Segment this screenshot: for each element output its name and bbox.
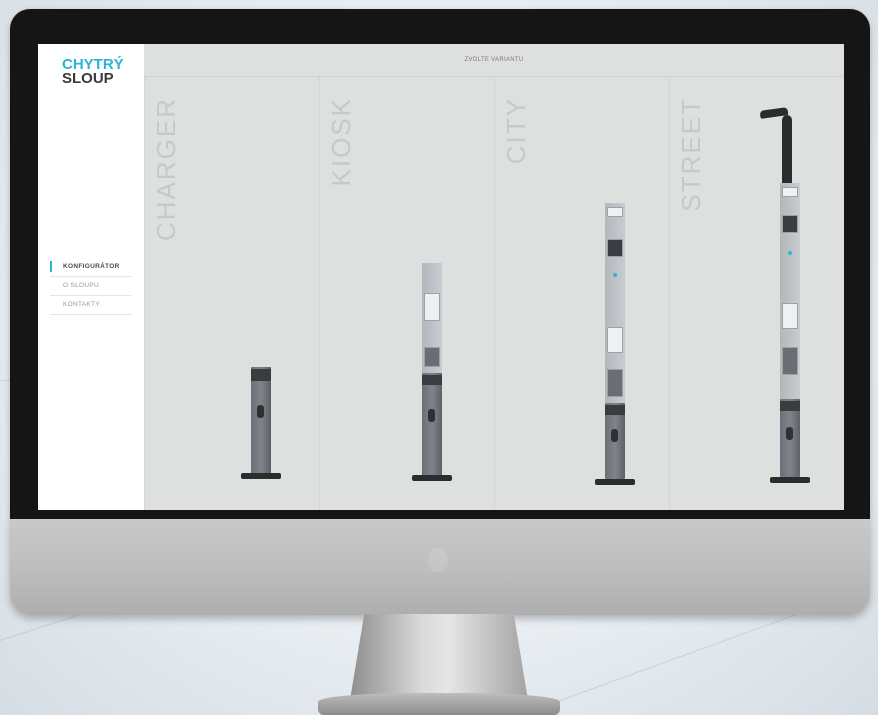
brand-logo[interactable]: CHYTRÝ SLOUP <box>62 57 124 87</box>
monitor-stand-foot <box>318 693 560 715</box>
variant-label: CHARGER <box>151 97 181 242</box>
page-title: ZVOLTE VARIANTU <box>144 44 844 77</box>
brand-line-2: SLOUP <box>62 70 114 87</box>
variant-card-street[interactable]: STREET <box>669 77 844 510</box>
main-nav: KONFIGURÁTOR O SLOUPU KONTAKTY <box>50 258 132 315</box>
city-pillar-image <box>595 203 635 499</box>
charger-pillar-image <box>241 367 281 487</box>
variant-label: STREET <box>676 97 706 212</box>
variant-label: CITY <box>501 97 531 165</box>
nav-item-kontakty[interactable]: KONTAKTY <box>50 296 132 315</box>
variant-card-charger[interactable]: CHARGER <box>144 77 320 510</box>
nav-item-o-sloupu[interactable]: O SLOUPU <box>50 277 132 296</box>
sidebar: CHYTRÝ SLOUP KONFIGURÁTOR O SLOUPU KONTA… <box>38 44 144 510</box>
monitor-stand <box>350 614 528 700</box>
street-pillar-image <box>758 107 818 503</box>
variant-label: KIOSK <box>326 97 356 187</box>
kiosk-pillar-image <box>412 263 452 493</box>
nav-item-label: KONFIGURÁTOR <box>63 263 120 270</box>
configurator-main: ZVOLTE VARIANTU CHARGER KIOSK CITY STREE… <box>144 44 844 510</box>
variant-card-city[interactable]: CITY <box>494 77 670 510</box>
nav-item-label: KONTAKTY <box>63 301 100 308</box>
active-indicator <box>50 261 52 272</box>
apple-logo-icon <box>428 548 448 572</box>
nav-item-label: O SLOUPU <box>63 282 99 289</box>
variant-card-kiosk[interactable]: KIOSK <box>319 77 495 510</box>
website-screen: CHYTRÝ SLOUP KONFIGURÁTOR O SLOUPU KONTA… <box>38 44 844 510</box>
nav-item-konfigurator[interactable]: KONFIGURÁTOR <box>50 258 132 277</box>
